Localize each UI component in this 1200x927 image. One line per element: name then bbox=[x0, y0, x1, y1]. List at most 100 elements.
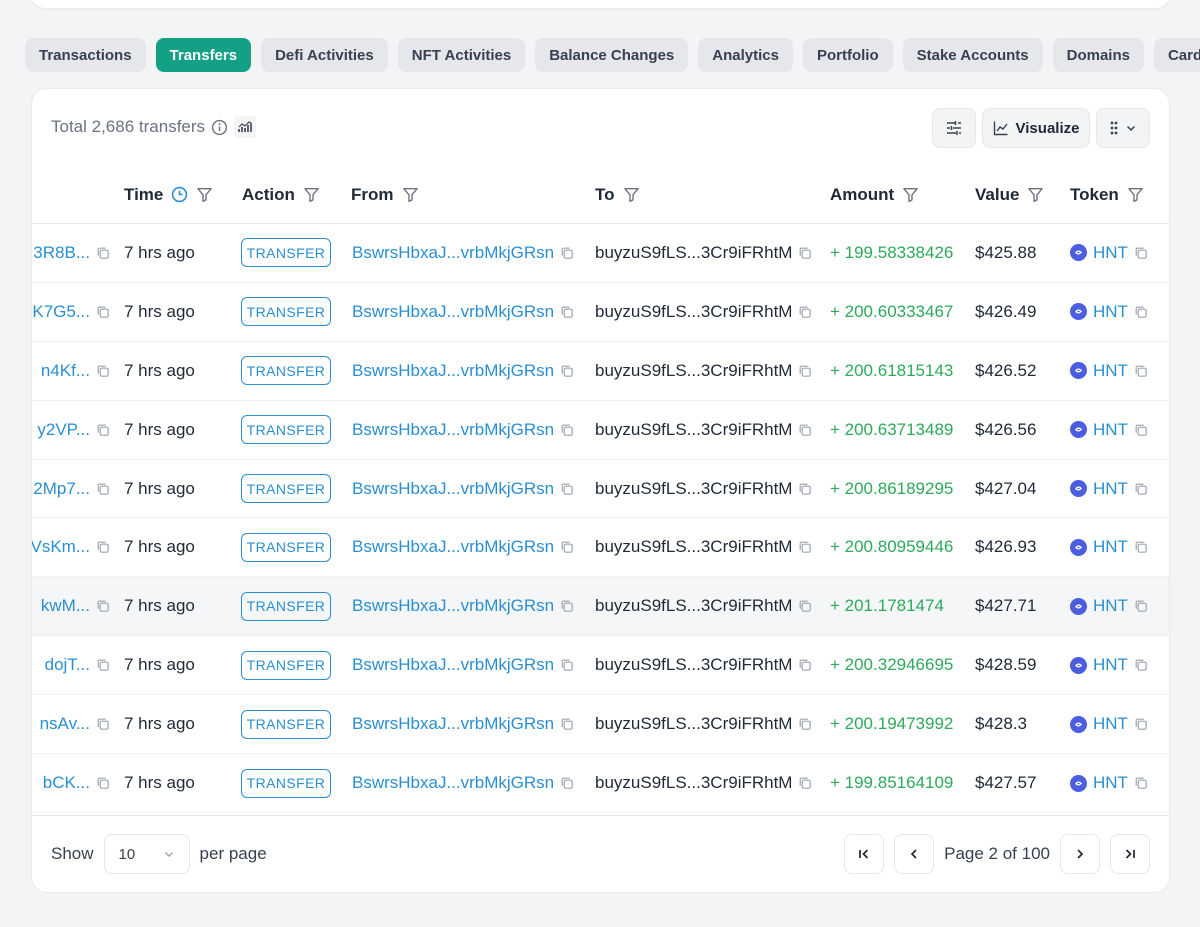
signature-link[interactable]: nsAv... bbox=[40, 714, 90, 734]
copy-icon[interactable] bbox=[560, 658, 574, 672]
copy-icon[interactable] bbox=[560, 246, 574, 260]
copy-icon[interactable] bbox=[560, 482, 574, 496]
copy-icon[interactable] bbox=[798, 776, 812, 790]
token-link[interactable]: HNT bbox=[1093, 773, 1128, 793]
copy-icon[interactable] bbox=[798, 540, 812, 554]
signature-link[interactable]: y2VP... bbox=[37, 420, 90, 440]
copy-icon[interactable] bbox=[96, 540, 110, 554]
copy-icon[interactable] bbox=[560, 423, 574, 437]
copy-icon[interactable] bbox=[1134, 364, 1148, 378]
table-row[interactable]: y2VP... 7 hrs ago TRANSFER BswrsHbxaJ...vrb… bbox=[32, 401, 1169, 460]
tab-transfers[interactable]: Transfers bbox=[155, 38, 252, 72]
from-address-link[interactable]: BswrsHbxaJ...vrbMkjGRsn bbox=[352, 420, 554, 440]
filter-icon[interactable] bbox=[303, 186, 320, 203]
copy-icon[interactable] bbox=[1134, 599, 1148, 613]
previous-page-button[interactable] bbox=[894, 834, 935, 874]
table-row[interactable]: nsAv... 7 hrs ago TRANSFER BswrsHbxaJ...vrb… bbox=[32, 695, 1169, 755]
tab-balance-changes[interactable]: Balance Changes bbox=[535, 38, 689, 72]
filter-icon[interactable] bbox=[1127, 186, 1144, 203]
copy-icon[interactable] bbox=[1134, 305, 1148, 319]
copy-icon[interactable] bbox=[798, 246, 812, 260]
from-address-link[interactable]: BswrsHbxaJ...vrbMkjGRsn bbox=[352, 537, 554, 557]
table-row[interactable]: VsKm... 7 hrs ago TRANSFER BswrsHbxaJ...vrb… bbox=[32, 519, 1169, 578]
copy-icon[interactable] bbox=[798, 305, 812, 319]
table-row[interactable]: bCK... 7 hrs ago TRANSFER BswrsHbxaJ...vrbM… bbox=[32, 754, 1169, 813]
signature-link[interactable]: VsKm... bbox=[32, 537, 90, 557]
tab-cards[interactable]: Cards bbox=[1153, 38, 1200, 72]
filter-icon[interactable] bbox=[402, 186, 419, 203]
copy-icon[interactable] bbox=[1134, 658, 1148, 672]
settings-sliders-button[interactable] bbox=[932, 108, 976, 148]
tab-nft-activities[interactable]: NFT Activities bbox=[397, 38, 526, 72]
tab-stake-accounts[interactable]: Stake Accounts bbox=[902, 38, 1043, 72]
copy-icon[interactable] bbox=[96, 776, 110, 790]
copy-icon[interactable] bbox=[560, 599, 574, 613]
tab-transactions[interactable]: Transactions bbox=[25, 38, 146, 72]
table-row[interactable]: K7G5... 7 hrs ago TRANSFER BswrsHbxaJ...vrb… bbox=[32, 283, 1169, 342]
tab-defi-activities[interactable]: Defi Activities bbox=[261, 38, 388, 72]
table-row[interactable]: n4Kf... 7 hrs ago TRANSFER BswrsHbxaJ...vrb… bbox=[32, 342, 1169, 401]
first-page-button[interactable] bbox=[844, 834, 885, 874]
token-link[interactable]: HNT bbox=[1093, 420, 1128, 440]
copy-icon[interactable] bbox=[560, 364, 574, 378]
copy-icon[interactable] bbox=[96, 482, 110, 496]
copy-icon[interactable] bbox=[798, 658, 812, 672]
tab-domains[interactable]: Domains bbox=[1052, 38, 1144, 72]
column-menu-button[interactable] bbox=[1096, 108, 1150, 148]
copy-icon[interactable] bbox=[798, 599, 812, 613]
copy-icon[interactable] bbox=[96, 246, 110, 260]
table-row[interactable]: 3R8B... 7 hrs ago TRANSFER BswrsHbxaJ...vrb… bbox=[32, 224, 1169, 283]
signature-link[interactable]: kwM... bbox=[41, 596, 90, 616]
signature-link[interactable]: n4Kf... bbox=[41, 361, 90, 381]
copy-icon[interactable] bbox=[1134, 482, 1148, 496]
per-page-select[interactable]: 10 bbox=[103, 834, 190, 874]
from-address-link[interactable]: BswrsHbxaJ...vrbMkjGRsn bbox=[352, 655, 554, 675]
table-row[interactable]: 2Mp7... 7 hrs ago TRANSFER BswrsHbxaJ...vrb… bbox=[32, 460, 1169, 519]
token-link[interactable]: HNT bbox=[1093, 479, 1128, 499]
filter-icon[interactable] bbox=[196, 186, 213, 203]
token-link[interactable]: HNT bbox=[1093, 714, 1128, 734]
chart-icon[interactable] bbox=[234, 116, 257, 138]
table-row[interactable]: kwM... 7 hrs ago TRANSFER BswrsHbxaJ...vrbM… bbox=[32, 577, 1169, 637]
token-link[interactable]: HNT bbox=[1093, 361, 1128, 381]
last-page-button[interactable] bbox=[1110, 834, 1150, 874]
signature-link[interactable]: bCK... bbox=[43, 773, 90, 793]
info-icon[interactable] bbox=[211, 119, 228, 136]
token-link[interactable]: HNT bbox=[1093, 302, 1128, 322]
tab-portfolio[interactable]: Portfolio bbox=[802, 38, 893, 72]
from-address-link[interactable]: BswrsHbxaJ...vrbMkjGRsn bbox=[352, 773, 554, 793]
signature-link[interactable]: 3R8B... bbox=[33, 243, 90, 263]
signature-link[interactable]: K7G5... bbox=[32, 302, 90, 322]
copy-icon[interactable] bbox=[1134, 776, 1148, 790]
from-address-link[interactable]: BswrsHbxaJ...vrbMkjGRsn bbox=[352, 302, 554, 322]
copy-icon[interactable] bbox=[560, 540, 574, 554]
tab-analytics[interactable]: Analytics bbox=[698, 38, 793, 72]
copy-icon[interactable] bbox=[798, 423, 812, 437]
copy-icon[interactable] bbox=[798, 482, 812, 496]
copy-icon[interactable] bbox=[96, 599, 110, 613]
copy-icon[interactable] bbox=[1134, 423, 1148, 437]
token-link[interactable]: HNT bbox=[1093, 537, 1128, 557]
copy-icon[interactable] bbox=[96, 423, 110, 437]
visualize-button[interactable]: Visualize bbox=[982, 108, 1090, 148]
copy-icon[interactable] bbox=[560, 776, 574, 790]
copy-icon[interactable] bbox=[798, 364, 812, 378]
copy-icon[interactable] bbox=[560, 717, 574, 731]
copy-icon[interactable] bbox=[96, 364, 110, 378]
copy-icon[interactable] bbox=[798, 717, 812, 731]
token-link[interactable]: HNT bbox=[1093, 655, 1128, 675]
copy-icon[interactable] bbox=[1134, 540, 1148, 554]
token-link[interactable]: HNT bbox=[1093, 243, 1128, 263]
filter-icon[interactable] bbox=[1027, 186, 1044, 203]
table-row[interactable]: dojT... 7 hrs ago TRANSFER BswrsHbxaJ...vrb… bbox=[32, 636, 1169, 696]
copy-icon[interactable] bbox=[1134, 246, 1148, 260]
signature-link[interactable]: dojT... bbox=[45, 655, 90, 675]
from-address-link[interactable]: BswrsHbxaJ...vrbMkjGRsn bbox=[352, 596, 554, 616]
copy-icon[interactable] bbox=[560, 305, 574, 319]
from-address-link[interactable]: BswrsHbxaJ...vrbMkjGRsn bbox=[352, 479, 554, 499]
filter-icon[interactable] bbox=[902, 186, 919, 203]
clock-icon[interactable] bbox=[171, 186, 188, 203]
filter-icon[interactable] bbox=[623, 186, 640, 203]
token-link[interactable]: HNT bbox=[1093, 596, 1128, 616]
copy-icon[interactable] bbox=[96, 717, 110, 731]
